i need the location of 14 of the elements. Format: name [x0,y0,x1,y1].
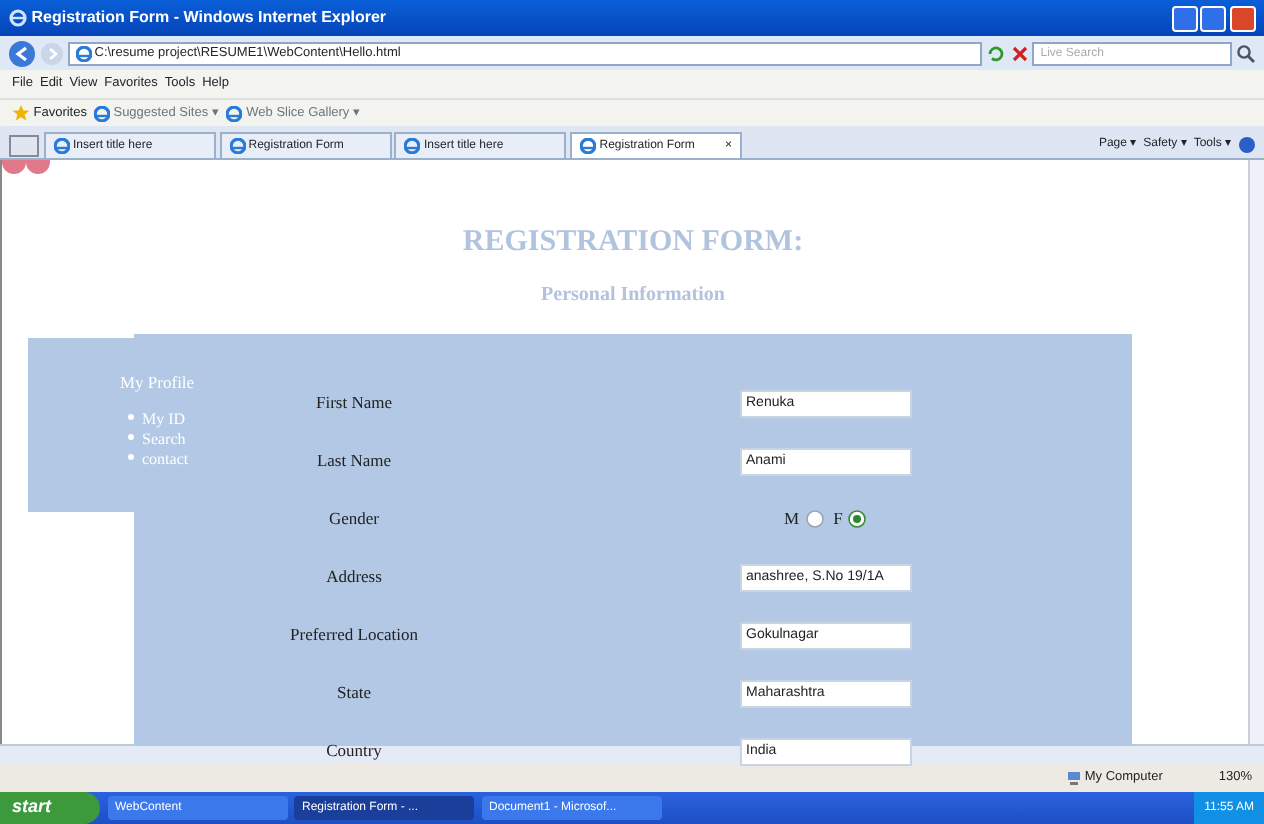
section-heading: Personal Information [539,282,727,310]
field-label: Country [326,740,382,761]
field-label: Gender [328,508,379,529]
option-label: F [833,506,843,532]
option-label: M [784,506,800,532]
field-label: State [337,682,371,703]
start-button[interactable]: start [0,792,100,824]
field-label: Last Name [316,450,392,471]
field-label: First Name [315,392,392,413]
field-label: Address [326,566,382,587]
sidebar-heading: My Profile [120,372,195,394]
window-title: Registration Form - Windows Internet Explorer [31,6,389,30]
field-label: Preferred Location [290,624,418,645]
page-title: REGISTRATION FORM: [460,224,806,260]
